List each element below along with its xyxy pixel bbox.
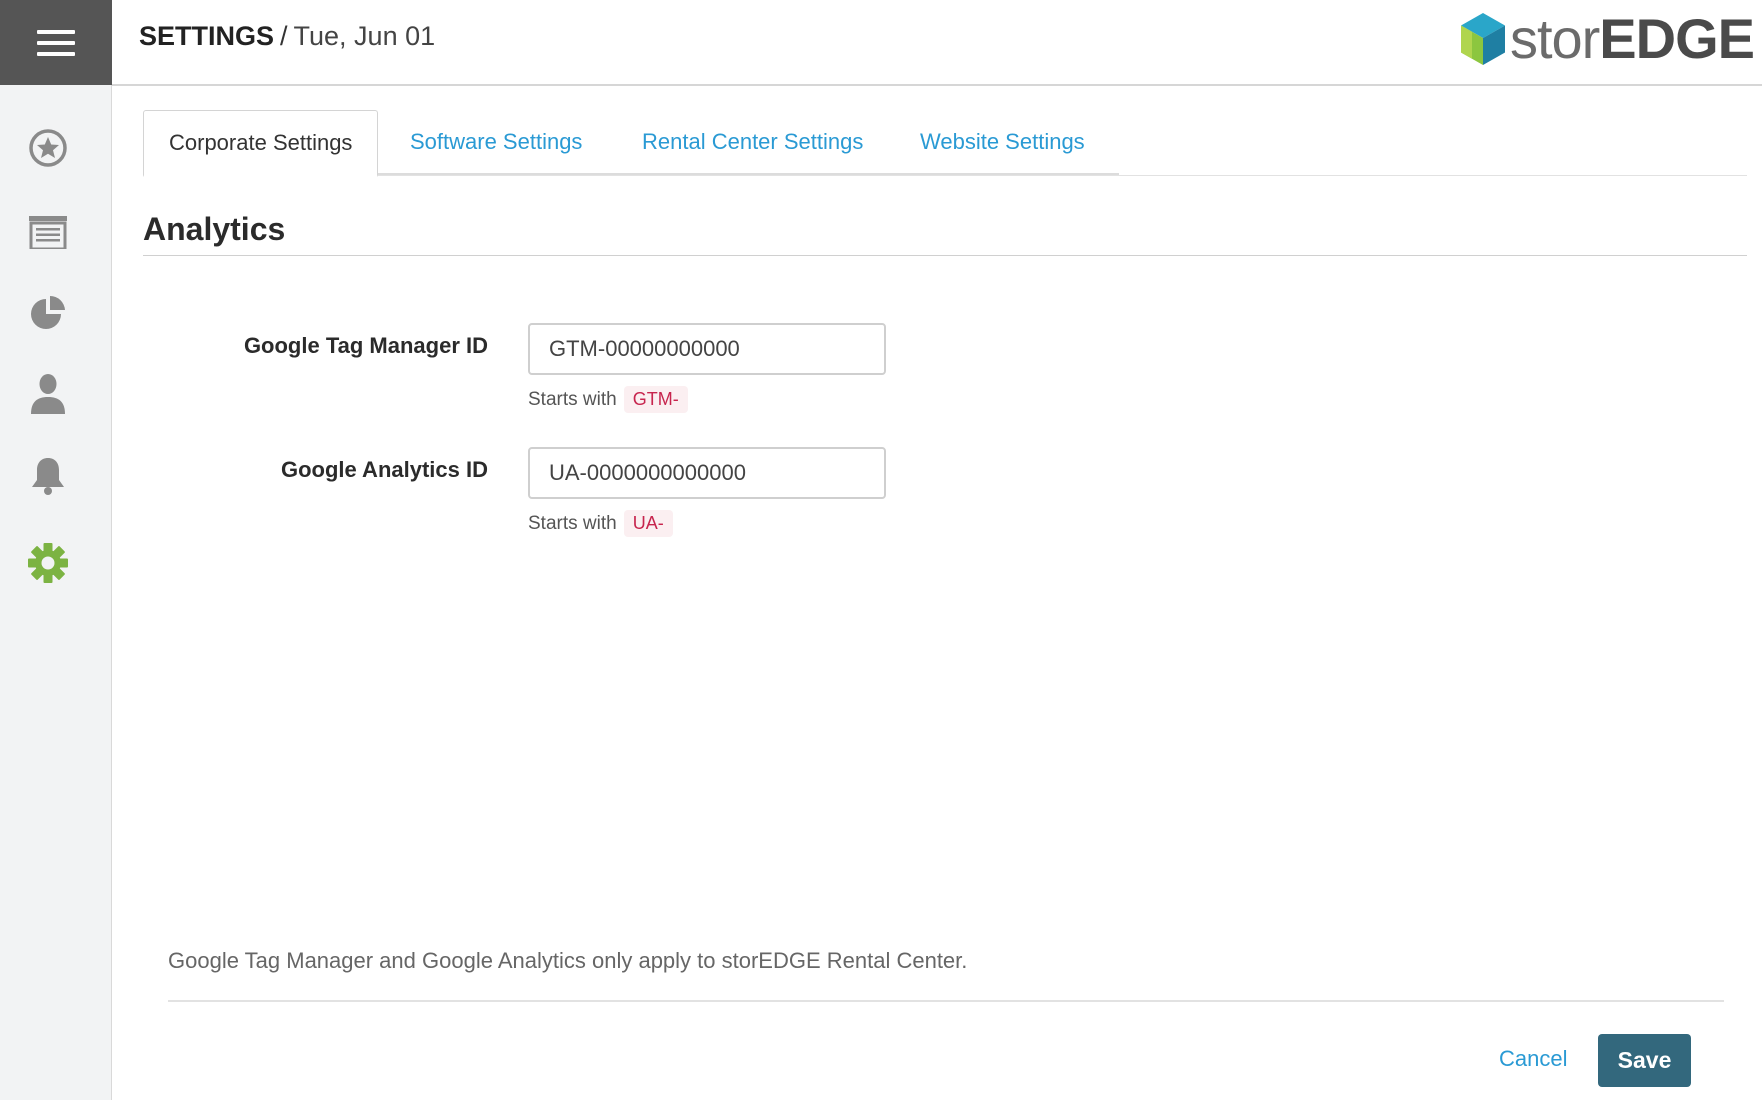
page-title-date: Tue, Jun 01 [293,21,436,51]
logo-wordmark-light: stor [1509,7,1600,70]
sidebar-item-units[interactable] [22,206,74,258]
cancel-button[interactable]: Cancel [1499,1046,1567,1072]
hamburger-menu-button[interactable] [0,0,112,85]
logo-wordmark: storEDGE [1509,7,1755,70]
ga-id-hint-text: Starts with [528,512,617,534]
save-button[interactable]: Save [1598,1034,1691,1087]
ga-id-input[interactable] [528,447,886,499]
sidebar [0,85,112,1100]
gtm-id-hint-code: GTM- [623,386,688,413]
storedge-cube-icon [1460,13,1505,65]
ga-id-hint-code: UA- [623,510,673,537]
tab-website-settings[interactable]: Website Settings [895,110,1110,174]
tab-software-settings[interactable]: Software Settings [385,110,607,174]
pie-chart-icon [31,295,65,329]
section-title: Analytics [143,211,286,247]
ga-id-hint: Starts with UA- [528,510,673,537]
footer-note: Google Tag Manager and Google Analytics … [168,948,968,973]
hamburger-menu-icon [37,29,75,56]
storage-unit-icon [29,216,67,249]
footer-divider [168,1000,1724,1002]
settings-tabs: Corporate Settings Software Settings Ren… [143,110,1747,177]
gtm-id-label: Google Tag Manager ID [243,333,488,358]
tab-corporate-settings[interactable]: Corporate Settings [143,110,379,177]
page-title-main: SETTINGS [139,21,275,51]
page-title: SETTINGS / Tue, Jun 01 [139,18,435,54]
sidebar-item-notifications[interactable] [22,450,74,502]
bell-icon [32,458,64,495]
user-icon [31,374,65,414]
gtm-id-input[interactable] [528,323,886,375]
gtm-id-hint-text: Starts with [528,388,617,410]
sidebar-item-tenants[interactable] [22,367,74,419]
gtm-id-hint: Starts with GTM- [528,386,688,413]
star-badge-icon [29,129,67,167]
sidebar-item-favorites[interactable] [22,122,74,174]
tab-rental-center-settings[interactable]: Rental Center Settings [617,110,888,174]
ga-id-label: Google Analytics ID [280,457,488,482]
section-divider [143,255,1747,256]
storedge-logo: storEDGE [1460,7,1755,70]
page-title-separator: / [280,21,288,51]
sidebar-item-settings[interactable] [22,537,74,589]
header: SETTINGS / Tue, Jun 01 storEDGE [112,0,1762,86]
gear-icon [28,543,68,583]
logo-wordmark-bold: EDGE [1599,7,1755,70]
sidebar-item-reports[interactable] [22,287,74,339]
